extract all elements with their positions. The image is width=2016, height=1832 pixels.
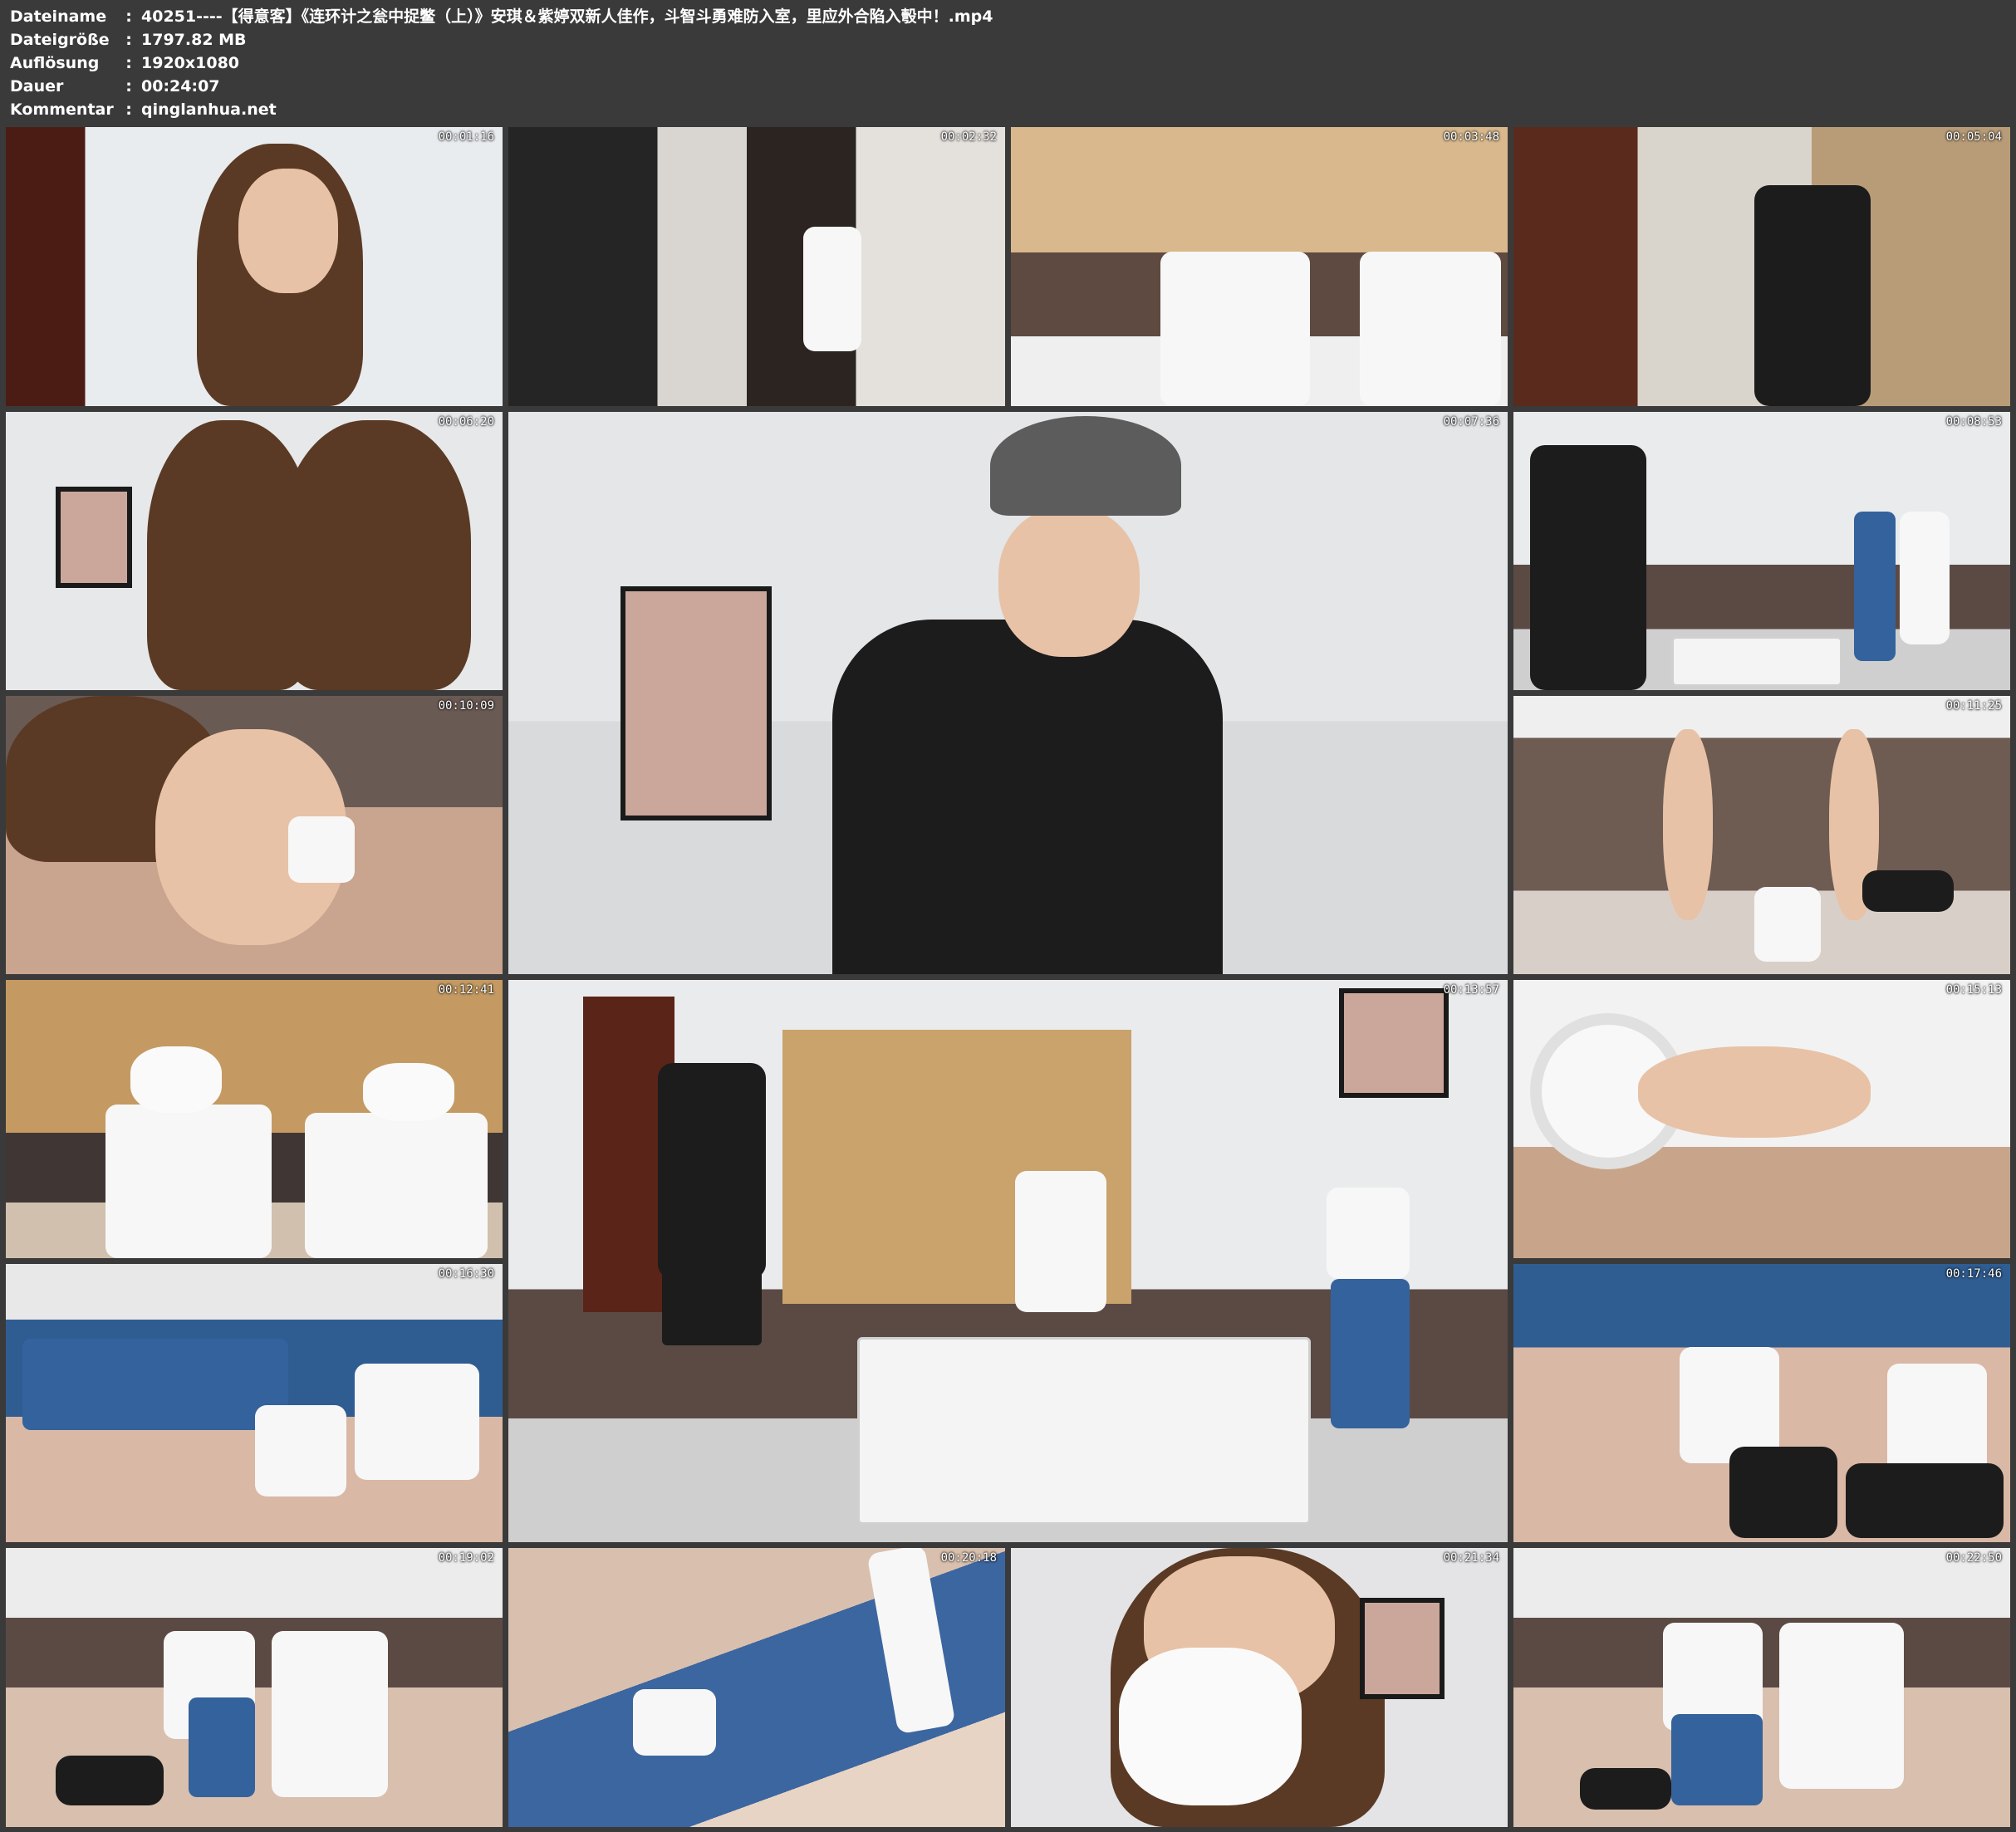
thumbnail[interactable]: 00:02:32 xyxy=(508,127,1005,406)
figure-shape xyxy=(1754,185,1871,406)
face-shape xyxy=(998,507,1140,657)
thumbnail[interactable]: 00:16:30 xyxy=(6,1264,503,1542)
tape-shape xyxy=(255,1405,346,1496)
timestamp: 00:06:20 xyxy=(438,415,494,429)
mask-shape xyxy=(1119,1648,1302,1805)
sock-shape xyxy=(1754,887,1821,962)
figure-shape xyxy=(1779,1623,1904,1789)
thumbnail[interactable]: 00:20:18 xyxy=(508,1548,1005,1827)
timestamp: 00:17:46 xyxy=(1945,1267,2002,1281)
timestamp: 00:15:13 xyxy=(1945,983,2002,997)
thumbnail[interactable]: 00:10:09 xyxy=(6,696,503,974)
timestamp: 00:03:48 xyxy=(1443,130,1499,144)
timestamp: 00:19:02 xyxy=(438,1551,494,1565)
figure-shape xyxy=(832,620,1223,974)
timestamp: 00:01:16 xyxy=(438,130,494,144)
thumbnail[interactable]: 00:05:04 xyxy=(1513,127,2010,406)
thumbnail[interactable]: 00:22:50 xyxy=(1513,1548,2010,1827)
timestamp: 00:10:09 xyxy=(438,699,494,713)
timestamp: 00:05:04 xyxy=(1945,130,2002,144)
shoe-shape xyxy=(1729,1447,1837,1538)
thumbnail[interactable]: 00:01:16 xyxy=(6,127,503,406)
timestamp: 00:11:25 xyxy=(1945,699,2002,713)
jeans-shape xyxy=(1331,1279,1410,1428)
figure-shape xyxy=(1530,445,1646,690)
leg-shape xyxy=(1663,729,1713,920)
figure-shape xyxy=(1327,1188,1410,1279)
figure-shape xyxy=(803,227,861,351)
shoe-shape xyxy=(1580,1768,1671,1810)
thumbnail[interactable]: 00:21:34 xyxy=(1011,1548,1508,1827)
figure-shape xyxy=(105,1105,272,1258)
mask-shape xyxy=(363,1063,454,1121)
thumbnail-grid: 00:01:16 00:02:32 00:03:48 00:05:04 00:0… xyxy=(0,0,2016,1832)
hair-shape xyxy=(280,420,471,690)
timestamp: 00:02:32 xyxy=(940,130,997,144)
figure-shape xyxy=(272,1631,388,1797)
figure-shape xyxy=(1854,512,1896,661)
timestamp: 00:12:41 xyxy=(438,983,494,997)
cloth-shape xyxy=(288,816,355,883)
face-shape xyxy=(238,169,338,293)
cap-shape xyxy=(990,416,1181,516)
timestamp: 00:08:53 xyxy=(1945,415,2002,429)
table-shape xyxy=(1671,636,1842,687)
wall-frame xyxy=(1339,988,1449,1098)
shoe-shape xyxy=(56,1756,164,1805)
timestamp: 00:20:18 xyxy=(940,1551,997,1565)
jeans-shape xyxy=(189,1697,255,1797)
video-frame xyxy=(508,127,1005,406)
thumbnail[interactable]: 00:15:13 xyxy=(1513,980,2010,1258)
timestamp: 00:22:50 xyxy=(1945,1551,2002,1565)
timestamp: 00:16:30 xyxy=(438,1267,494,1281)
thumbnail[interactable]: 00:06:20 xyxy=(6,412,503,690)
timestamp: 00:07:36 xyxy=(1443,415,1499,429)
sock-shape xyxy=(1680,1347,1779,1463)
thumbnail[interactable]: 00:03:48 xyxy=(1011,127,1508,406)
jeans-shape xyxy=(22,1339,288,1430)
wall-frame xyxy=(56,487,132,588)
wall-frame xyxy=(1360,1598,1445,1699)
shoe-shape xyxy=(1846,1463,2004,1538)
thumbnail-featured[interactable]: 00:07:36 xyxy=(508,412,1508,974)
thumbnail[interactable]: 00:11:25 xyxy=(1513,696,2010,974)
thumbnail[interactable]: 00:08:53 xyxy=(1513,412,2010,690)
figure-shape xyxy=(1360,252,1501,406)
mask-shape xyxy=(130,1046,222,1113)
timestamp: 00:21:34 xyxy=(1443,1551,1499,1565)
thumbnail[interactable]: 00:17:46 xyxy=(1513,1264,2010,1542)
figure-shape xyxy=(1900,512,1950,644)
figure-shape xyxy=(658,1063,766,1279)
table-shape xyxy=(857,1337,1311,1525)
shorts-shape xyxy=(662,1262,762,1345)
timestamp: 00:13:57 xyxy=(1443,983,1499,997)
thumbnail-featured[interactable]: 00:13:57 xyxy=(508,980,1508,1542)
figure-shape xyxy=(1160,252,1310,406)
arm-shape xyxy=(1638,1046,1871,1138)
shoe-shape xyxy=(355,1364,479,1480)
shoe-shape xyxy=(1862,870,1954,912)
figure-shape xyxy=(1015,1171,1106,1312)
sock-shape xyxy=(633,1689,716,1756)
thumbnail[interactable]: 00:12:41 xyxy=(6,980,503,1258)
thumbnail[interactable]: 00:19:02 xyxy=(6,1548,503,1827)
jeans-shape xyxy=(1671,1714,1763,1805)
wall-frame xyxy=(620,586,772,820)
figure-shape xyxy=(305,1113,488,1258)
